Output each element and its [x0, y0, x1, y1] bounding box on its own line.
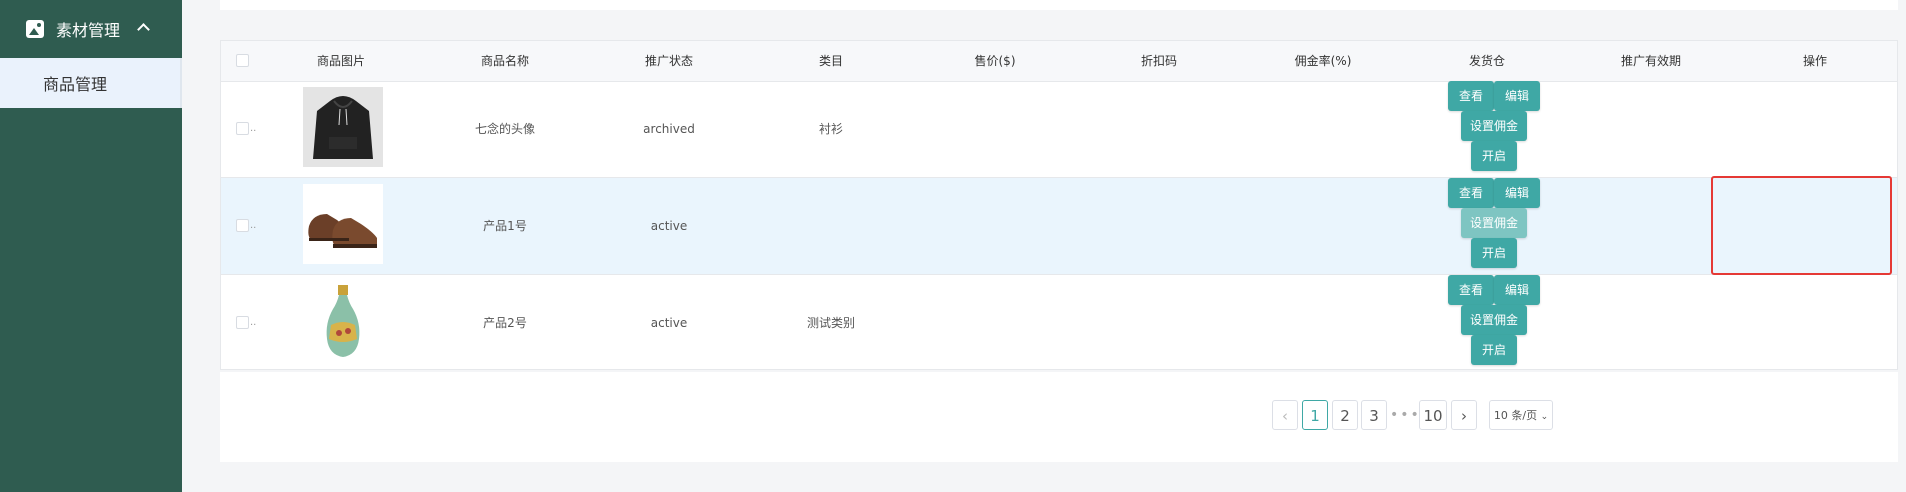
- sidebar-item-products[interactable]: 商品管理: [0, 58, 182, 108]
- view-button[interactable]: 查看: [1448, 178, 1494, 208]
- vase-image: [303, 281, 383, 361]
- table-row: .. 七念的头像 archived 衬衫 1: [221, 81, 1897, 178]
- enable-button[interactable]: 开启: [1471, 335, 1517, 365]
- page-button[interactable]: 2: [1332, 400, 1358, 430]
- table-row: .. 产品1号 active 1: [221, 178, 1897, 275]
- set-commission-button[interactable]: 设置佣金: [1461, 208, 1527, 238]
- set-commission-button[interactable]: 设置佣金: [1461, 111, 1527, 141]
- edit-button[interactable]: 编辑: [1494, 178, 1540, 208]
- product-name: 产品2号: [483, 316, 527, 330]
- enable-button[interactable]: 开启: [1471, 238, 1517, 268]
- page-button[interactable]: 1: [1302, 400, 1328, 430]
- page-button[interactable]: 10: [1419, 400, 1447, 430]
- select-all-checkbox[interactable]: [236, 54, 249, 67]
- page-size-select[interactable]: 10 条/页 ⌄: [1489, 400, 1553, 430]
- table-header: 商品图片 商品名称 推广状态 类目 售价($) 折扣码 佣金率(%) 发货仓 推…: [221, 41, 1897, 82]
- column-header: 发货仓: [1468, 54, 1506, 68]
- sidebar-item-label: 商品管理: [43, 75, 108, 94]
- row-checkbox[interactable]: [236, 219, 249, 232]
- status-text: archived: [643, 122, 695, 136]
- column-header: 操作: [1802, 54, 1828, 68]
- view-button[interactable]: 查看: [1448, 81, 1494, 111]
- hoodie-image: [303, 87, 383, 167]
- column-header: 折扣码: [1140, 54, 1178, 68]
- edit-button[interactable]: 编辑: [1494, 81, 1540, 111]
- set-commission-button[interactable]: 设置佣金: [1461, 305, 1527, 335]
- annotation-box: [1711, 176, 1892, 275]
- shoes-image: [303, 184, 383, 264]
- view-button[interactable]: 查看: [1448, 275, 1494, 305]
- column-header: 类目: [818, 54, 844, 68]
- chevron-up-icon[interactable]: [137, 23, 150, 36]
- menu-group-materials[interactable]: 素材管理: [0, 0, 182, 58]
- table-row: .. 产品2号 active 测试类别 1: [221, 275, 1897, 371]
- column-header: 推广有效期: [1620, 54, 1682, 68]
- product-name: 产品1号: [483, 219, 527, 233]
- status-text: active: [650, 316, 688, 330]
- edit-button[interactable]: 编辑: [1494, 275, 1540, 305]
- column-header: 商品图片: [316, 54, 366, 68]
- row-checkbox[interactable]: [236, 316, 249, 329]
- page-size-value: 10 条/页: [1493, 409, 1538, 422]
- category-text: 衬衫: [818, 122, 844, 136]
- chevron-left-icon[interactable]: ‹: [1272, 400, 1298, 430]
- category-text: 测试类别: [806, 316, 856, 330]
- column-header: 佣金率(%): [1294, 54, 1352, 68]
- filter-panel: [220, 0, 1898, 10]
- column-header: 售价($): [974, 54, 1016, 68]
- row-checkbox[interactable]: [236, 122, 249, 135]
- chevron-right-icon[interactable]: ›: [1451, 400, 1477, 430]
- menu-group-label: 素材管理: [56, 21, 121, 40]
- image-icon: [26, 20, 44, 38]
- product-table: 商品图片 商品名称 推广状态 类目 售价($) 折扣码 佣金率(%) 发货仓 推…: [220, 40, 1898, 370]
- page-button[interactable]: 3: [1361, 400, 1387, 430]
- chevron-down-icon: ⌄: [1540, 412, 1549, 422]
- product-name: 七念的头像: [474, 122, 536, 136]
- column-header: 推广状态: [644, 54, 694, 68]
- sidebar: 素材管理 商品管理: [0, 0, 182, 492]
- pagination-panel: [220, 372, 1898, 462]
- column-header: 商品名称: [480, 54, 530, 68]
- enable-button[interactable]: 开启: [1471, 141, 1517, 171]
- status-text: active: [650, 219, 688, 233]
- ellipsis[interactable]: •••: [1390, 400, 1419, 430]
